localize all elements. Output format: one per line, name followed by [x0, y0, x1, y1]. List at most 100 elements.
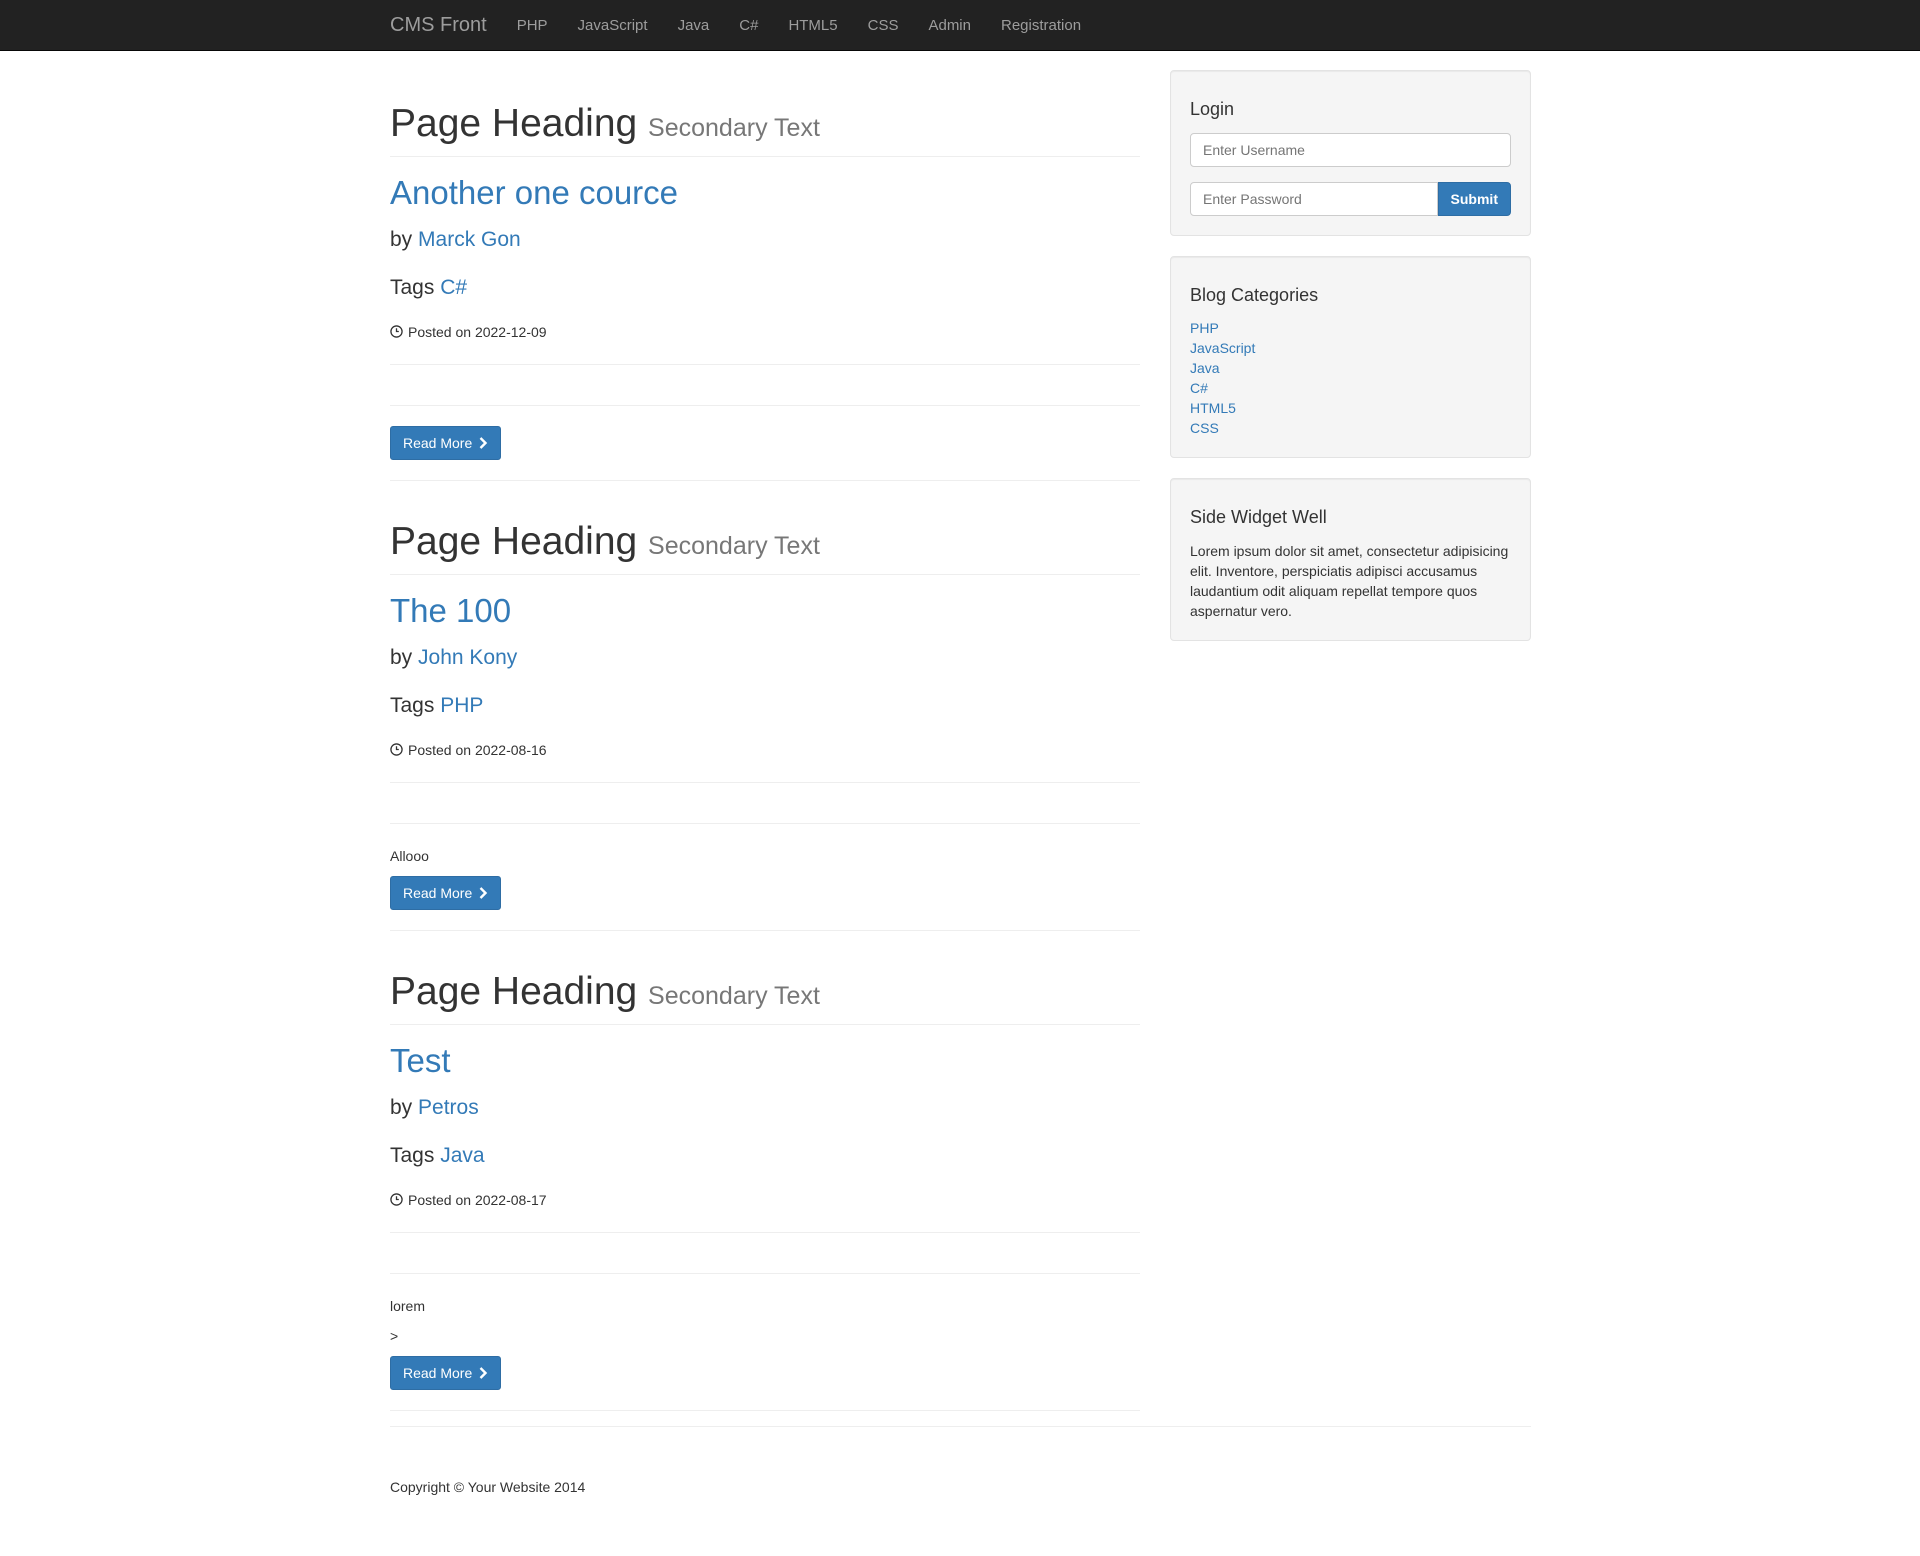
- blog-post: Page Heading Secondary Text The 100 by J…: [390, 519, 1140, 931]
- divider: [390, 929, 1140, 931]
- category-link-php[interactable]: PHP: [1190, 320, 1219, 336]
- post-author-line: by Petros: [390, 1093, 1140, 1122]
- author-link[interactable]: John Kony: [418, 646, 517, 669]
- blog-post: Page Heading Secondary Text Test by Petr…: [390, 969, 1140, 1411]
- nav-link-css[interactable]: CSS: [868, 15, 899, 36]
- divider: [390, 1272, 1140, 1274]
- widget-text: Lorem ipsum dolor sit amet, consectetur …: [1190, 543, 1509, 620]
- post-date: Posted on 2022-08-17: [390, 1190, 1140, 1210]
- read-more-button[interactable]: Read More: [390, 425, 502, 460]
- read-more-label: Read More: [403, 434, 473, 451]
- categories-well: Blog Categories PHP JavaScript Java C# H…: [1170, 255, 1531, 459]
- post-excerpt: Allooo: [390, 847, 429, 864]
- author-link[interactable]: Petros: [418, 1096, 479, 1119]
- nav-link-registration[interactable]: Registration: [1001, 15, 1081, 36]
- clock-icon: [390, 743, 403, 757]
- nav-link-html5[interactable]: HTML5: [788, 15, 837, 36]
- category-link-java[interactable]: Java: [1190, 360, 1220, 376]
- post-date: Posted on 2022-12-09: [390, 322, 1140, 342]
- login-well: Login Submit: [1170, 70, 1531, 236]
- blog-post: Page Heading Secondary Text Another one …: [390, 102, 1140, 481]
- read-more-button[interactable]: Read More: [390, 1356, 502, 1390]
- post-author-line: by Marck Gon: [390, 225, 1140, 254]
- tags-label: Tags: [390, 693, 435, 717]
- page-header: Page Heading Secondary Text: [390, 969, 1140, 1025]
- category-link-html5[interactable]: HTML5: [1190, 400, 1236, 416]
- post-extra-text: >: [390, 1327, 399, 1344]
- nav-link-php[interactable]: PHP: [517, 15, 548, 36]
- category-link-javascript[interactable]: JavaScript: [1190, 340, 1255, 356]
- category-link-csharp[interactable]: C#: [1190, 380, 1208, 396]
- read-more-button[interactable]: Read More: [390, 875, 502, 910]
- divider: [390, 1410, 1140, 1411]
- navbar-brand[interactable]: CMS Front: [390, 11, 487, 40]
- secondary-text: Secondary Text: [648, 981, 820, 1010]
- read-more-label: Read More: [403, 884, 473, 901]
- main-content: Page Heading Secondary Text Another one …: [390, 51, 1140, 1411]
- divider: [390, 1231, 1140, 1233]
- password-input[interactable]: [1190, 181, 1438, 216]
- post-tags-line: Tags Java: [390, 1141, 1140, 1170]
- footer-divider: [390, 1426, 1531, 1427]
- page-heading-text: Page Heading: [390, 102, 638, 145]
- list-item: HTML5: [1190, 398, 1511, 418]
- copyright-text: Copyright © Your Website 2014: [390, 1479, 586, 1495]
- post-title-link[interactable]: Another one cource: [390, 174, 1140, 211]
- categories-title: Blog Categories: [1190, 284, 1319, 305]
- author-link[interactable]: Marck Gon: [418, 228, 521, 251]
- divider: [390, 781, 1140, 783]
- nav-link-java[interactable]: Java: [678, 15, 710, 36]
- nav-link-csharp[interactable]: C#: [739, 15, 758, 36]
- post-tags-line: Tags C#: [390, 273, 1140, 302]
- list-item: PHP: [1190, 318, 1511, 338]
- post-date: Posted on 2022-08-16: [390, 740, 1140, 760]
- tags-label: Tags: [390, 275, 435, 299]
- posted-date-text: Posted on 2022-08-16: [408, 741, 547, 758]
- nav-link-admin[interactable]: Admin: [928, 15, 971, 36]
- page-header: Page Heading Secondary Text: [390, 102, 1140, 157]
- by-label: by: [390, 228, 413, 252]
- tag-link[interactable]: PHP: [440, 694, 483, 717]
- secondary-text: Secondary Text: [648, 531, 820, 560]
- list-item: C#: [1190, 378, 1511, 398]
- page-heading: Page Heading Secondary Text: [390, 969, 1140, 1014]
- tag-link[interactable]: C#: [440, 276, 467, 299]
- posted-date-text: Posted on 2022-08-17: [408, 1191, 547, 1208]
- login-title: Login: [1190, 99, 1235, 119]
- top-navbar: CMS Front PHP JavaScript Java C# HTML5 C…: [0, 0, 1920, 51]
- category-link-css[interactable]: CSS: [1190, 420, 1219, 436]
- post-title-link[interactable]: The 100: [390, 592, 1140, 629]
- secondary-text: Secondary Text: [648, 114, 820, 142]
- post-tags-line: Tags PHP: [390, 691, 1140, 720]
- divider: [390, 363, 1140, 365]
- page-heading: Page Heading Secondary Text: [390, 102, 1140, 146]
- list-item: JavaScript: [1190, 338, 1511, 358]
- tags-label: Tags: [390, 1143, 435, 1167]
- chevron-right-icon: [479, 1367, 488, 1379]
- divider: [390, 479, 1140, 481]
- username-input[interactable]: [1190, 132, 1511, 167]
- tag-link[interactable]: Java: [440, 1144, 484, 1167]
- by-label: by: [390, 646, 413, 670]
- category-list: PHP JavaScript Java C# HTML5 CSS: [1190, 318, 1511, 438]
- page-heading-text: Page Heading: [390, 519, 638, 563]
- post-title-link[interactable]: Test: [390, 1042, 1140, 1079]
- post-excerpt: lorem: [390, 1297, 426, 1314]
- clock-icon: [390, 1193, 403, 1207]
- list-item: CSS: [1190, 418, 1511, 438]
- page-header: Page Heading Secondary Text: [390, 519, 1140, 575]
- post-author-line: by John Kony: [390, 643, 1140, 672]
- navbar-inner: CMS Front PHP JavaScript Java C# HTML5 C…: [390, 0, 1111, 51]
- list-item: Java: [1190, 358, 1511, 378]
- divider: [390, 822, 1140, 824]
- posted-date-text: Posted on 2022-12-09: [408, 323, 547, 340]
- sidebar: Login Submit Blog Categories PHP JavaScr…: [1170, 70, 1531, 661]
- password-group: Submit: [1190, 181, 1511, 216]
- widget-title: Side Widget Well: [1190, 507, 1327, 528]
- page-heading-text: Page Heading: [390, 969, 638, 1013]
- divider: [390, 404, 1140, 406]
- chevron-right-icon: [479, 887, 488, 899]
- nav-link-javascript[interactable]: JavaScript: [578, 15, 648, 36]
- submit-button[interactable]: Submit: [1437, 181, 1511, 216]
- by-label: by: [390, 1096, 413, 1120]
